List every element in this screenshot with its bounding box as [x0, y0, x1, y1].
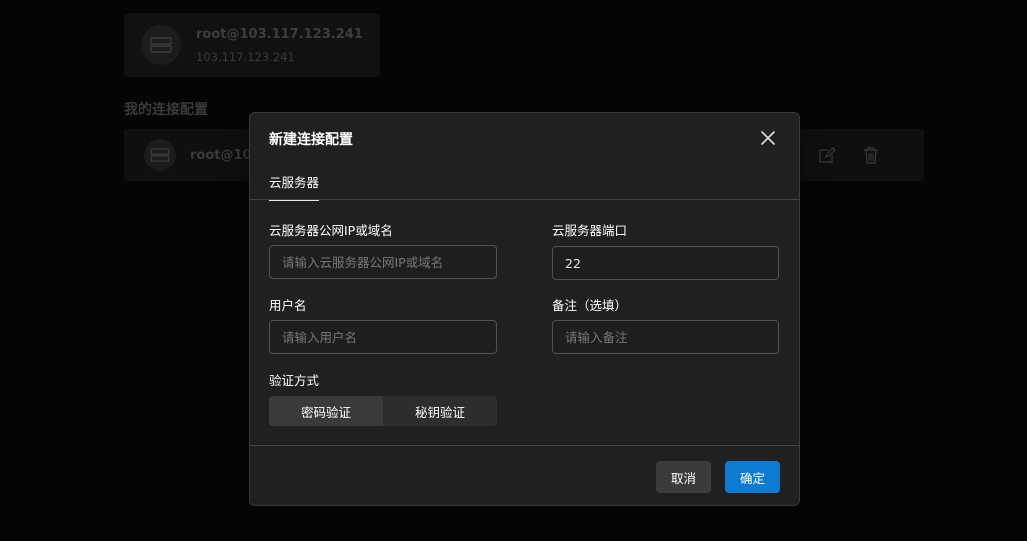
- port-label: 云服务器端口: [552, 223, 628, 238]
- password-auth-option[interactable]: 密码验证: [269, 396, 383, 426]
- tab-divider: [250, 199, 799, 200]
- port-input[interactable]: [552, 246, 779, 280]
- server-icon: [141, 25, 181, 65]
- key-auth-option[interactable]: 秘钥验证: [383, 396, 497, 426]
- tab-cloud-server[interactable]: 云服务器: [269, 172, 320, 201]
- cancel-button[interactable]: 取消: [656, 461, 711, 493]
- recent-connection-title: root@103.117.123.241: [196, 27, 363, 42]
- new-connection-dialog: 新建连接配置 云服务器 云服务器公网IP或域名 云服务器端口 用户名 备注（选填…: [249, 112, 800, 506]
- ip-input[interactable]: [269, 245, 497, 279]
- username-label: 用户名: [269, 298, 307, 313]
- confirm-button[interactable]: 确定: [725, 461, 780, 493]
- auth-method-label: 验证方式: [269, 373, 320, 388]
- note-label: 备注（选填）: [552, 298, 628, 313]
- auth-method-toggle: 密码验证 秘钥验证: [269, 396, 497, 426]
- server-icon: [144, 139, 176, 171]
- config-row-title: root@10: [190, 148, 252, 163]
- close-icon[interactable]: [757, 127, 779, 149]
- recent-connection-ip: 103.117.123.241: [196, 50, 295, 64]
- username-input[interactable]: [269, 320, 497, 354]
- recent-connection-card[interactable]: root@103.117.123.241 103.117.123.241: [124, 13, 380, 77]
- dialog-title: 新建连接配置: [269, 132, 353, 148]
- note-input[interactable]: [552, 320, 779, 354]
- delete-icon[interactable]: [862, 146, 882, 166]
- edit-icon[interactable]: [818, 146, 838, 166]
- my-configs-heading: 我的连接配置: [124, 102, 208, 118]
- ip-label: 云服务器公网IP或域名: [269, 223, 393, 238]
- footer-divider: [250, 445, 799, 446]
